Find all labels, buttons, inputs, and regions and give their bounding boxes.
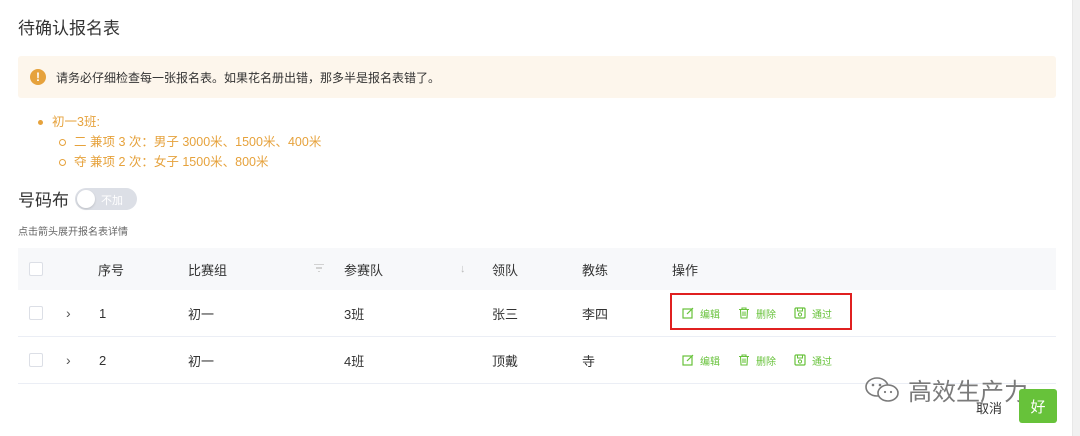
cell-coach: 寺 xyxy=(582,353,596,369)
row-actions: 编辑 删除 通过 xyxy=(682,337,850,383)
alert-text: 请务必仔细检查每一张报名表。如果花名册出错，那多半是报名表错了。 xyxy=(56,70,441,85)
header-actions: 操作 xyxy=(672,262,699,278)
header-team: 参赛队 xyxy=(344,262,384,278)
dialog-title: 待确认报名表 xyxy=(18,19,120,38)
filter-icon[interactable] xyxy=(314,263,324,275)
cell-team: 3班 xyxy=(344,306,365,322)
row-checkbox[interactable] xyxy=(29,306,43,320)
expand-hint: 点击箭头展开报名表详情 xyxy=(18,227,128,238)
confirm-dialog: 待确认报名表 ! 请务必仔细检查每一张报名表。如果花名册出错，那多半是报名表错了… xyxy=(0,0,1072,436)
ok-button[interactable]: 好 xyxy=(1019,389,1057,423)
conflict-notes: 初一3班: 二 兼项 3 次：男子 3000米、1500米、400米 夺 兼项 … xyxy=(38,112,321,172)
cell-group: 初一 xyxy=(188,306,215,322)
table-header: 序号 比赛组 参赛队 ↓ 领队 教练 操作 xyxy=(18,248,1056,290)
watermark-text: 高效生产力 xyxy=(908,379,1028,406)
warning-icon: ! xyxy=(30,69,46,85)
header-coach: 教练 xyxy=(582,262,609,278)
cell-leader: 张三 xyxy=(492,306,519,322)
note-item: 夺 兼项 2 次：女子 1500米、800米 xyxy=(38,152,321,172)
cell-team: 4班 xyxy=(344,353,365,369)
warning-alert: ! 请务必仔细检查每一张报名表。如果花名册出错，那多半是报名表错了。 xyxy=(18,56,1056,98)
save-icon xyxy=(794,354,806,366)
approve-button[interactable]: 通过 xyxy=(794,353,832,368)
switch-knob xyxy=(77,189,95,208)
switch-state-text: 不加 xyxy=(101,194,123,207)
note-item: 二 兼项 3 次：男子 3000米、1500米、400米 xyxy=(38,132,321,152)
wechat-icon xyxy=(865,376,899,402)
sort-down-icon[interactable]: ↓ xyxy=(460,263,466,275)
cell-leader: 顶戴 xyxy=(492,353,519,369)
row-checkbox[interactable] xyxy=(29,353,43,367)
header-group: 比赛组 xyxy=(188,262,228,278)
header-index: 序号 xyxy=(98,262,125,278)
header-leader: 领队 xyxy=(492,262,519,278)
bib-switch[interactable]: 不加 xyxy=(75,187,137,210)
note-group: 初一3班: xyxy=(38,112,321,132)
scrollbar[interactable] xyxy=(1072,0,1080,436)
cell-coach: 李四 xyxy=(582,306,609,322)
registration-table: 序号 比赛组 参赛队 ↓ 领队 教练 操作 › 1 初一 3班 张三 李四 编辑 xyxy=(18,248,1056,384)
table-row: › 1 初一 3班 张三 李四 编辑 删除 通过 xyxy=(18,290,1056,337)
edit-icon xyxy=(682,354,694,366)
trash-icon xyxy=(739,354,749,366)
cell-index: 1 xyxy=(99,305,107,321)
delete-button[interactable]: 删除 xyxy=(738,353,776,368)
cancel-button[interactable]: 取消 xyxy=(976,398,1002,417)
expand-arrow-icon[interactable]: › xyxy=(66,352,71,368)
bib-switch-label: 号码布 xyxy=(18,191,69,210)
bib-switch-row: 号码布 不加 xyxy=(18,186,137,211)
highlight-box xyxy=(670,293,852,330)
select-all-checkbox[interactable] xyxy=(29,262,43,276)
cell-group: 初一 xyxy=(188,353,215,369)
edit-button[interactable]: 编辑 xyxy=(682,353,720,368)
watermark: 高效生产力 xyxy=(864,372,1028,407)
expand-arrow-icon[interactable]: › xyxy=(66,305,71,321)
cell-index: 2 xyxy=(99,352,107,368)
